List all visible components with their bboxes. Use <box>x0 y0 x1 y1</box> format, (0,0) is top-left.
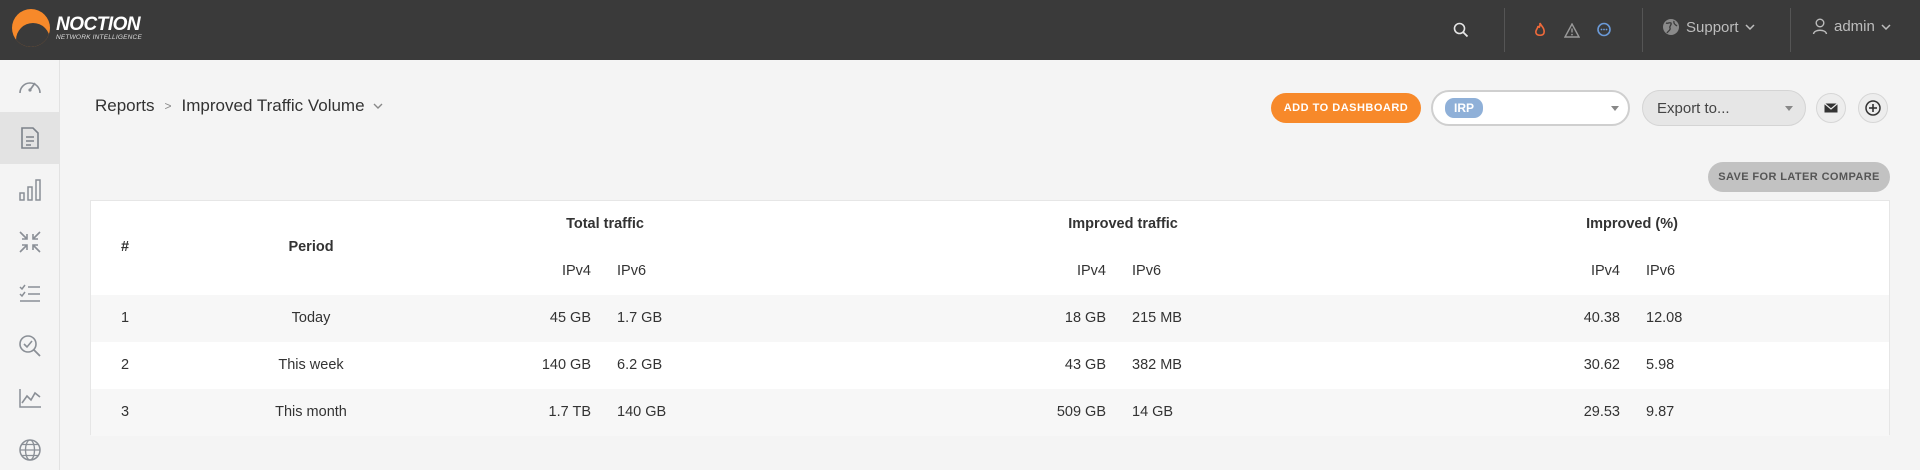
cell-total-ipv4: 140 GB <box>541 357 591 373</box>
cell-improved-ipv4: 43 GB <box>1064 357 1106 373</box>
document-icon <box>21 127 39 149</box>
cell-total-ipv6: 140 GB <box>617 404 667 420</box>
table-row[interactable]: 3 This month 1.7 TB 140 GB 509 GB 14 GB … <box>91 389 1889 436</box>
cell-pct-ipv4: 40.38 <box>1583 310 1620 326</box>
compress-icon <box>19 231 41 253</box>
report-table: # Period Total traffic Improved traffic … <box>90 200 1890 436</box>
envelope-icon <box>1824 103 1838 113</box>
cell-total-ipv6: 6.2 GB <box>617 357 663 373</box>
breadcrumb: Reports > Improved Traffic Volume <box>95 96 383 116</box>
email-report-button[interactable] <box>1816 93 1846 123</box>
sidebar-item-graphs[interactable] <box>0 164 60 216</box>
chevron-down-icon <box>373 103 383 109</box>
sidebar-item-dashboard[interactable] <box>0 60 60 112</box>
irp-tag[interactable]: IRP <box>1445 98 1484 118</box>
cell-improved-ipv4: 509 GB <box>1056 404 1106 420</box>
topbar-divider <box>1504 8 1505 52</box>
cell-period: This week <box>278 357 344 373</box>
cell-index: 1 <box>120 310 130 326</box>
col-header-improved-ipv4: IPv4 <box>1076 263 1106 279</box>
sidebar-item-search[interactable] <box>0 320 60 372</box>
noction-logo[interactable]: NOCTION NETWORK INTELLIGENCE <box>12 9 142 47</box>
topbar-divider <box>1790 8 1791 52</box>
sidebar-item-analytics[interactable] <box>0 372 60 424</box>
cell-total-ipv4: 1.7 TB <box>548 404 591 420</box>
user-label: admin <box>1834 18 1875 35</box>
sidebar-item-global[interactable] <box>0 424 60 470</box>
col-header-improved-ipv6: IPv6 <box>1132 263 1162 279</box>
chat-icon[interactable] <box>1594 20 1614 40</box>
col-group-improved-pct: Improved (%) <box>1586 216 1678 232</box>
col-header-period: Period <box>288 239 334 255</box>
col-group-improved-traffic: Improved traffic <box>1068 216 1178 232</box>
col-group-total-traffic: Total traffic <box>566 216 644 232</box>
cell-pct-ipv6: 9.87 <box>1646 404 1675 420</box>
add-to-dashboard-button[interactable]: ADD TO DASHBOARD <box>1271 93 1421 123</box>
support-label: Support <box>1686 18 1739 36</box>
brand-name: NOCTION <box>56 13 141 35</box>
cell-index: 2 <box>120 357 130 373</box>
dropdown-caret-icon <box>1611 106 1619 111</box>
col-header-total-ipv6: IPv6 <box>617 263 647 279</box>
cell-pct-ipv6: 5.98 <box>1646 357 1675 373</box>
speedometer-icon <box>19 82 41 94</box>
fire-icon[interactable] <box>1530 20 1550 40</box>
export-placeholder: Export to... <box>1657 99 1730 117</box>
line-chart-icon <box>19 389 41 408</box>
user-icon <box>1812 18 1828 35</box>
sidebar-item-events[interactable] <box>0 268 60 320</box>
warning-icon[interactable] <box>1562 20 1582 40</box>
topbar-divider <box>1642 8 1643 52</box>
sidebar <box>0 60 60 470</box>
brand-tagline: NETWORK INTELLIGENCE <box>56 33 142 41</box>
user-menu[interactable]: admin <box>1812 18 1897 35</box>
breadcrumb-root[interactable]: Reports <box>95 96 155 116</box>
support-globe-icon <box>1663 19 1679 35</box>
cell-period: This month <box>275 404 347 420</box>
search-icon[interactable] <box>1451 20 1471 40</box>
cell-improved-ipv6: 215 MB <box>1132 310 1182 326</box>
breadcrumb-separator-icon: > <box>164 99 172 113</box>
add-widget-button[interactable] <box>1858 93 1888 123</box>
col-header-pct-ipv4: IPv4 <box>1590 263 1620 279</box>
cell-total-ipv4: 45 GB <box>549 310 591 326</box>
irp-select[interactable]: IRP <box>1431 90 1630 126</box>
support-menu[interactable]: Support <box>1662 18 1761 36</box>
cell-pct-ipv4: 29.53 <box>1583 404 1620 420</box>
chevron-down-icon <box>1745 24 1755 30</box>
cell-improved-ipv6: 14 GB <box>1132 404 1174 420</box>
cell-improved-ipv6: 382 MB <box>1132 357 1182 373</box>
checklist-icon <box>19 284 40 302</box>
globe-icon <box>19 439 41 461</box>
col-header-index: # <box>120 239 130 255</box>
table-row[interactable]: 1 Today 45 GB 1.7 GB 18 GB 215 MB 40.38 … <box>91 295 1889 342</box>
search-check-icon <box>19 335 41 357</box>
col-header-total-ipv4: IPv4 <box>561 263 591 279</box>
chevron-down-icon <box>1881 23 1891 30</box>
cell-period: Today <box>291 310 331 326</box>
top-bar: NOCTION NETWORK INTELLIGENCE Support adm… <box>0 0 1920 60</box>
logo-mark-icon <box>12 9 50 47</box>
bar-chart-icon <box>19 179 41 201</box>
cell-pct-ipv4: 30.62 <box>1583 357 1620 373</box>
plus-circle-icon <box>1865 100 1881 116</box>
table-row[interactable]: 2 This week 140 GB 6.2 GB 43 GB 382 MB 3… <box>91 342 1889 389</box>
report-selector[interactable]: Improved Traffic Volume <box>182 96 383 116</box>
breadcrumb-current: Improved Traffic Volume <box>181 96 365 115</box>
cell-improved-ipv4: 18 GB <box>1064 310 1106 326</box>
cell-total-ipv6: 1.7 GB <box>617 310 663 326</box>
export-select[interactable]: Export to... <box>1642 90 1806 126</box>
cell-index: 3 <box>120 404 130 420</box>
sidebar-item-reports[interactable] <box>0 112 60 164</box>
dropdown-caret-icon <box>1785 106 1793 111</box>
save-for-later-compare-button[interactable]: SAVE FOR LATER COMPARE <box>1708 162 1890 192</box>
cell-pct-ipv6: 12.08 <box>1646 310 1683 326</box>
col-header-pct-ipv6: IPv6 <box>1646 263 1676 279</box>
sidebar-item-improvements[interactable] <box>0 216 60 268</box>
